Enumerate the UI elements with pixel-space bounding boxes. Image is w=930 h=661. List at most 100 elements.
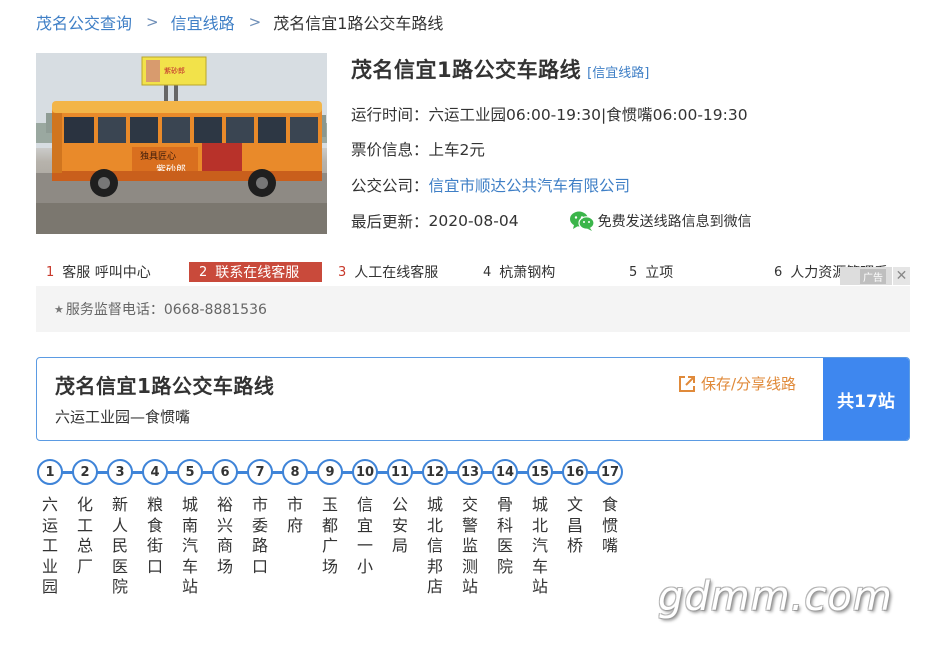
- ad-close-area: 广告 ✕: [840, 267, 910, 285]
- last-updated-label: 最后更新：: [351, 213, 429, 231]
- station-name: 玉都广场: [321, 495, 338, 576]
- station-name: 城南汽车站: [181, 495, 198, 596]
- station-name: 市府: [286, 495, 303, 535]
- station-name: 文昌桥: [566, 495, 583, 555]
- wechat-icon: [569, 211, 595, 231]
- station-number: 10: [352, 459, 378, 485]
- ad-link-4[interactable]: 4 杭萧钢构: [473, 262, 619, 282]
- station-item[interactable]: 3 新人民医院: [106, 459, 134, 598]
- route-info-title: 茂名信宜1路公交车路线: [351, 58, 582, 82]
- station-number: 9: [317, 459, 343, 485]
- ad-link-number: 3: [338, 264, 347, 280]
- ad-link-label: 客服 呼叫中心: [62, 265, 151, 281]
- station-number: 16: [562, 459, 588, 485]
- ad-link-number: 5: [629, 264, 638, 280]
- station-item[interactable]: 8 市府: [281, 459, 309, 536]
- route-info-title-row: 茂名信宜1路公交车路线 [信宜线路]: [351, 52, 911, 86]
- station-item[interactable]: 17 食惯嘴: [596, 459, 624, 557]
- company-link[interactable]: 信宜市顺达公共汽车有限公司: [429, 174, 631, 196]
- station-name: 新人民医院: [111, 495, 128, 596]
- station-item[interactable]: 6 裕兴商场: [211, 459, 239, 577]
- station-number: 1: [37, 459, 63, 485]
- save-share-route-button[interactable]: 保存/分享线路: [677, 373, 796, 394]
- breadcrumb-separator: >: [248, 13, 262, 31]
- ad-badge: 广告: [860, 268, 886, 284]
- station-name: 信宜一小: [356, 495, 373, 576]
- station-name: 交警监测站: [461, 495, 478, 596]
- service-phone-text: 服务监督电话：0668-8881536: [65, 302, 267, 318]
- station-number: 8: [282, 459, 308, 485]
- send-to-wechat-label: 免费发送线路信息到微信: [597, 214, 752, 230]
- station-count-badge: 共17站: [823, 358, 909, 440]
- route-photo: 紫砂郎 独具匠心 紫砂郎: [36, 53, 327, 234]
- share-icon: [679, 375, 695, 392]
- bus-ad-slogan: 独具匠心: [140, 150, 176, 162]
- station-number: 2: [72, 459, 98, 485]
- station-item[interactable]: 14 骨科医院: [491, 459, 519, 577]
- station-item[interactable]: 10 信宜一小: [351, 459, 379, 577]
- ad-link-number: 4: [483, 264, 492, 280]
- breadcrumb-home-link[interactable]: 茂名公交查询: [36, 10, 132, 34]
- station-item[interactable]: 12 城北信邦店: [421, 459, 449, 598]
- station-name: 城北汽车站: [531, 495, 548, 596]
- station-item[interactable]: 15 城北汽车站: [526, 459, 554, 598]
- save-share-route-label: 保存/分享线路: [701, 375, 797, 393]
- station-number: 4: [142, 459, 168, 485]
- fare-value: 上车2元: [428, 141, 485, 159]
- breadcrumb-current: 茂名信宜1路公交车路线: [273, 14, 444, 33]
- route-terminals: 六运工业园—食惯嘴: [55, 408, 191, 426]
- station-number: 3: [107, 459, 133, 485]
- ad-link-bar: 1 客服 呼叫中心 2 联系在线客服 3 人工在线客服 4 杭萧钢构 5 立项 …: [36, 262, 910, 285]
- ad-link-3[interactable]: 3 人工在线客服: [328, 262, 473, 282]
- station-item[interactable]: 9 玉都广场: [316, 459, 344, 577]
- station-item[interactable]: 5 城南汽车站: [176, 459, 204, 598]
- station-item[interactable]: 7 市委路口: [246, 459, 274, 577]
- ad-link-label: 联系在线客服: [215, 265, 300, 281]
- breadcrumb-separator: >: [146, 13, 159, 31]
- station-number: 15: [527, 459, 553, 485]
- ad-close-button[interactable]: ✕: [892, 267, 910, 285]
- star-icon: ★: [54, 302, 64, 316]
- ad-link-2[interactable]: 2 联系在线客服: [189, 262, 322, 282]
- station-name: 化工总厂: [76, 495, 93, 576]
- service-phone-bar: ★ 服务监督电话：0668-8881536: [36, 286, 910, 332]
- billboard-text: 紫砂郎: [164, 66, 185, 75]
- station-number: 6: [212, 459, 238, 485]
- send-to-wechat-link[interactable]: 免费发送线路信息到微信: [569, 210, 752, 232]
- ad-link-5[interactable]: 5 立项: [619, 262, 764, 282]
- ad-link-number: 2: [199, 264, 208, 280]
- station-name: 骨科医院: [496, 495, 513, 576]
- station-number: 11: [387, 459, 413, 485]
- operating-hours-label: 运行时间：: [351, 106, 429, 124]
- ad-link-label: 杭萧钢构: [499, 265, 556, 281]
- station-number: 7: [247, 459, 273, 485]
- station-item[interactable]: 1 六运工业园: [36, 459, 64, 598]
- ad-link-1[interactable]: 1 客服 呼叫中心: [36, 262, 186, 282]
- route-summary-title: 茂名信宜1路公交车路线: [55, 374, 275, 398]
- ad-link-number: 6: [774, 264, 783, 280]
- station-number: 14: [492, 459, 518, 485]
- station-name: 市委路口: [251, 495, 268, 576]
- fare-row: 票价信息： 上车2元: [351, 138, 485, 160]
- route-category-tag-link[interactable]: [信宜线路]: [587, 62, 649, 81]
- station-name: 六运工业园: [41, 495, 58, 596]
- station-item[interactable]: 2 化工总厂: [71, 459, 99, 577]
- station-item[interactable]: 4 粮食街口: [141, 459, 169, 577]
- breadcrumb-line-category-link[interactable]: 信宜线路: [171, 10, 235, 34]
- route-info-panel: 茂名信宜1路公交车路线 [信宜线路] 运行时间： 六运工业园06:00-19:3…: [351, 52, 911, 231]
- station-name: 粮食街口: [146, 495, 163, 576]
- ad-link-label: 立项: [645, 265, 674, 281]
- station-item[interactable]: 16 文昌桥: [561, 459, 589, 557]
- station-number: 5: [177, 459, 203, 485]
- company-row: 公交公司： 信宜市顺达公共汽车有限公司: [351, 174, 630, 196]
- station-number: 13: [457, 459, 483, 485]
- ad-link-number: 1: [46, 264, 55, 280]
- site-watermark: gdmm.com: [658, 574, 893, 620]
- operating-hours-row: 运行时间： 六运工业园06:00-19:30|食惯嘴06:00-19:30: [351, 103, 748, 125]
- station-name: 城北信邦店: [426, 495, 443, 596]
- last-updated-row: 最后更新： 2020-08-04 免费发送线路信息到微信: [351, 210, 752, 232]
- fare-label: 票价信息：: [351, 141, 429, 159]
- breadcrumb: 茂名公交查询 > 信宜线路 > 茂名信宜1路公交车路线: [36, 10, 443, 34]
- station-item[interactable]: 13 交警监测站: [456, 459, 484, 598]
- station-item[interactable]: 11 公安局: [386, 459, 414, 557]
